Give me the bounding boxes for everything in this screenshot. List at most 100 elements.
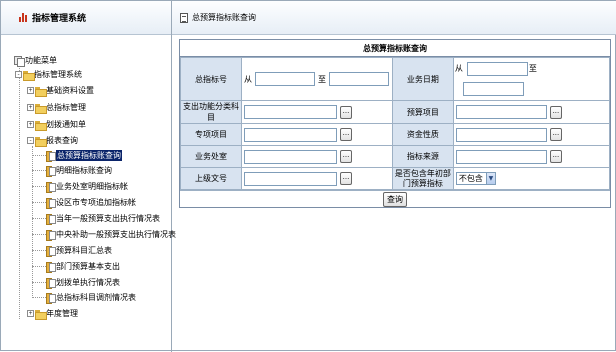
total-indicator-from-input[interactable] (254, 72, 315, 86)
indicator-source-label: 指标来源 (391, 145, 454, 168)
menu-pages-icon (14, 56, 25, 67)
report-doc-icon (46, 166, 56, 177)
superior-doc-no-input[interactable] (243, 171, 337, 186)
fund-nature-cell: ... (452, 123, 611, 146)
report-detail-ledger[interactable]: 明细指标账查询 (46, 165, 112, 177)
special-item-label: 专项项目 (180, 123, 242, 146)
tree-line (32, 266, 46, 267)
expenditure-subject-input[interactable] (243, 105, 337, 119)
collapse-icon[interactable]: - (15, 71, 22, 78)
expenditure-subject-cell: ... (240, 100, 393, 124)
business-date-to-input[interactable] (462, 82, 524, 96)
folder-icon (35, 120, 47, 131)
include-initial-cell: 不包含 ▼ (452, 167, 611, 190)
fund-nature-picker-button[interactable]: ... (549, 128, 562, 141)
business-office-input[interactable] (243, 149, 337, 164)
include-initial-label: 是否包含年初部门预算指标 (391, 167, 454, 190)
report-label: 中央补助一般预算支出执行情况表 (56, 230, 176, 239)
expenditure-subject-picker-button[interactable]: ... (339, 105, 352, 119)
query-table: 总指标号 从 至 业务日期 从 至 支出功能分类科目 ... 预算项目 ... … (180, 57, 611, 190)
report-doc-icon (46, 151, 56, 162)
to-label: 至 (317, 74, 326, 84)
report-annual-execution[interactable]: 当年一般预算支出执行情况表 (46, 213, 160, 225)
query-form: 总预算指标账查询 总指标号 从 至 业务日期 从 至 支出功能分类科目 ... … (179, 39, 611, 208)
report-label: 总预算指标账查询 (56, 150, 122, 161)
superior-doc-no-label: 上级文号 (180, 167, 242, 190)
report-doc-icon (46, 182, 56, 193)
special-item-input[interactable] (243, 127, 337, 142)
tree-node-label: 年度管理 (46, 309, 78, 318)
report-doc-icon (46, 198, 56, 209)
report-label: 明细指标账查询 (56, 166, 112, 175)
superior-doc-no-picker-button[interactable]: ... (339, 172, 352, 185)
budget-item-label: 预算项目 (391, 100, 454, 124)
to-label: 至 (528, 64, 537, 73)
report-label: 划拨单执行情况表 (56, 278, 120, 287)
expand-icon[interactable]: + (27, 310, 34, 317)
query-button-row: 查询 (180, 190, 610, 207)
superior-doc-no-cell: ... (240, 167, 393, 190)
tree-line (32, 250, 46, 251)
main-pane: 总预算指标账查询 总预算指标账查询 总指标号 从 至 业务日期 从 至 支出功能… (172, 1, 616, 352)
tree-line (32, 155, 46, 156)
report-doc-icon (46, 278, 56, 289)
business-office-picker-button[interactable]: ... (339, 150, 352, 163)
report-transfer-execution[interactable]: 划拨单执行情况表 (46, 277, 120, 289)
folder-open-icon (23, 70, 35, 81)
tree-node-label: 指标管理系统 (34, 70, 82, 79)
report-doc-icon (46, 230, 56, 241)
folder-icon (35, 86, 47, 97)
report-subject-summary[interactable]: 预算科目汇总表 (46, 245, 112, 257)
tree-line (32, 234, 46, 235)
budget-item-picker-button[interactable]: ... (549, 105, 562, 119)
report-label: 当年一般预算支出执行情况表 (56, 214, 160, 223)
tree-line (32, 146, 33, 296)
page-title: 总预算指标账查询 (192, 13, 256, 22)
business-date-cell: 从 至 (452, 57, 611, 101)
report-doc-icon (46, 214, 56, 225)
tree-node-total-indicator[interactable]: + 总指标管理 (27, 102, 86, 114)
total-indicator-no-label: 总指标号 (180, 57, 242, 101)
chevron-down-icon[interactable]: ▼ (485, 173, 495, 184)
fund-nature-label: 资金性质 (391, 123, 454, 146)
business-date-from-input[interactable] (466, 62, 528, 76)
report-city-special[interactable]: 设区市专项追加指标帐 (46, 197, 136, 209)
expand-icon[interactable]: + (27, 121, 34, 128)
tree-root[interactable]: 功能菜单 (14, 55, 57, 67)
tree-node-transfer-notice[interactable]: + 划拨通知单 (27, 119, 86, 131)
indicator-source-picker-button[interactable]: ... (549, 150, 562, 163)
tree-node-system[interactable]: - 指标管理系统 (15, 69, 82, 81)
budget-item-input[interactable] (455, 105, 547, 119)
report-doc-icon (46, 293, 56, 304)
report-total-budget-ledger[interactable]: 总预算指标账查询 (46, 150, 122, 162)
fund-nature-input[interactable] (455, 127, 547, 142)
report-label: 业务处室明细指标帐 (56, 182, 128, 191)
business-date-label: 业务日期 (391, 57, 454, 101)
tree-node-basic-settings[interactable]: + 基础资料设置 (27, 85, 94, 97)
total-indicator-no-cell: 从 至 (240, 57, 393, 101)
include-initial-select[interactable]: 不包含 ▼ (455, 172, 496, 185)
report-dept-basic[interactable]: 部门预算基本支出 (46, 261, 120, 273)
expenditure-subject-label: 支出功能分类科目 (180, 100, 242, 124)
sidebar-header: 指标管理系统 (1, 1, 171, 35)
budget-item-cell: ... (452, 100, 611, 124)
expand-icon[interactable]: + (27, 87, 34, 94)
report-central-subsidy[interactable]: 中央补助一般预算支出执行情况表 (46, 229, 176, 241)
tree-line (32, 186, 46, 187)
report-label: 预算科目汇总表 (56, 246, 112, 255)
system-title: 指标管理系统 (32, 14, 87, 24)
page-icon (180, 12, 188, 23)
query-button[interactable]: 查询 (383, 191, 407, 207)
report-subject-adjust[interactable]: 总指标科目调剂情况表 (46, 292, 136, 304)
main-header: 总预算指标账查询 (172, 1, 616, 35)
special-item-picker-button[interactable]: ... (339, 128, 352, 141)
report-office-detail[interactable]: 业务处室明细指标帐 (46, 181, 128, 193)
indicator-source-input[interactable] (455, 149, 547, 164)
collapse-icon[interactable]: - (27, 137, 34, 144)
report-label: 部门预算基本支出 (56, 262, 120, 271)
tree-node-year-management[interactable]: + 年度管理 (27, 308, 78, 320)
expand-icon[interactable]: + (27, 104, 34, 111)
tree-node-report-query[interactable]: - 报表查询 (27, 135, 78, 147)
from-label: 从 (454, 64, 463, 73)
total-indicator-to-input[interactable] (328, 72, 389, 86)
